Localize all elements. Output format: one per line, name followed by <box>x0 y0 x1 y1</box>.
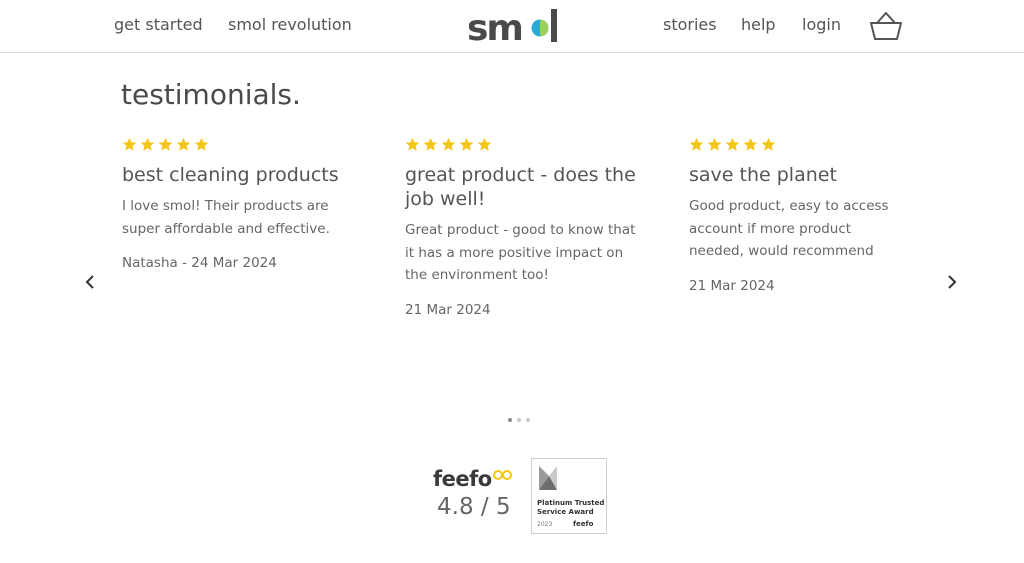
carousel-dot[interactable] <box>526 418 530 422</box>
carousel-prev-button[interactable] <box>82 272 98 292</box>
testimonial-body: I love smol! Their products are super af… <box>122 198 330 237</box>
nav-get-started[interactable]: get started <box>114 15 203 35</box>
site-header: get started smol revolution sm stories h… <box>0 0 1024 53</box>
feefo-logo-text: feefo <box>433 467 492 491</box>
testimonial-body: Great product - good to know that it has… <box>405 222 636 283</box>
testimonial-meta: 21 Mar 2024 <box>689 277 775 294</box>
nav-help[interactable]: help <box>741 15 776 35</box>
award-brand: feefo <box>573 520 594 528</box>
award-trophy-icon <box>539 466 557 490</box>
nav-smol-revolution[interactable]: smol revolution <box>228 15 352 35</box>
feefo-rating-value: 4.8 / 5 <box>437 494 511 520</box>
carousel-pagination <box>508 418 530 422</box>
testimonial-meta: 21 Mar 2024 <box>405 301 491 318</box>
star-icon <box>140 137 155 151</box>
star-icon <box>423 137 438 151</box>
basket-icon[interactable] <box>869 10 903 42</box>
logo-mark: sm <box>467 8 557 49</box>
nav-stories[interactable]: stories <box>663 15 717 35</box>
star-icon <box>707 137 722 151</box>
carousel-dot[interactable] <box>517 418 521 422</box>
carousel-dot[interactable] <box>508 418 512 422</box>
star-rating <box>405 137 637 155</box>
star-icon <box>194 137 209 151</box>
testimonial-card: great product - does the job well! Great… <box>405 137 637 320</box>
testimonial-card: best cleaning products I love smol! Thei… <box>122 137 367 273</box>
testimonial-title: best cleaning products <box>122 164 339 186</box>
testimonials-heading: testimonials. <box>121 78 301 111</box>
star-icon <box>441 137 456 151</box>
chevron-left-icon <box>85 275 94 289</box>
star-icon <box>459 137 474 151</box>
feefo-logo: feefo <box>433 466 523 492</box>
testimonial-title: great product - does the job well! <box>405 164 636 210</box>
testimonial-body: Good product, easy to access account if … <box>689 198 889 259</box>
feefo-eyes-icon <box>492 470 512 480</box>
star-icon <box>689 137 704 151</box>
star-rating <box>689 137 904 155</box>
platinum-award-badge[interactable]: Platinum Trusted Service Award 2023 feef… <box>531 458 607 534</box>
star-icon <box>158 137 173 151</box>
star-icon <box>725 137 740 151</box>
star-icon <box>176 137 191 151</box>
star-icon <box>743 137 758 151</box>
testimonial-title: save the planet <box>689 164 837 186</box>
star-icon <box>405 137 420 151</box>
award-year: 2023 <box>537 521 553 528</box>
testimonial-card: save the planet Good product, easy to ac… <box>689 137 904 296</box>
smol-logo[interactable]: sm <box>467 6 561 49</box>
star-icon <box>477 137 492 151</box>
star-icon <box>761 137 776 151</box>
chevron-right-icon <box>948 275 957 289</box>
star-icon <box>122 137 137 151</box>
testimonial-meta: Natasha - 24 Mar 2024 <box>122 255 277 271</box>
nav-login[interactable]: login <box>802 15 841 35</box>
svg-text:sm: sm <box>467 8 522 46</box>
star-rating <box>122 137 367 155</box>
feefo-rating-widget[interactable]: feefo 4.8 / 5 <box>433 466 523 522</box>
carousel-next-button[interactable] <box>944 272 960 292</box>
award-title: Platinum Trusted Service Award <box>537 499 605 516</box>
